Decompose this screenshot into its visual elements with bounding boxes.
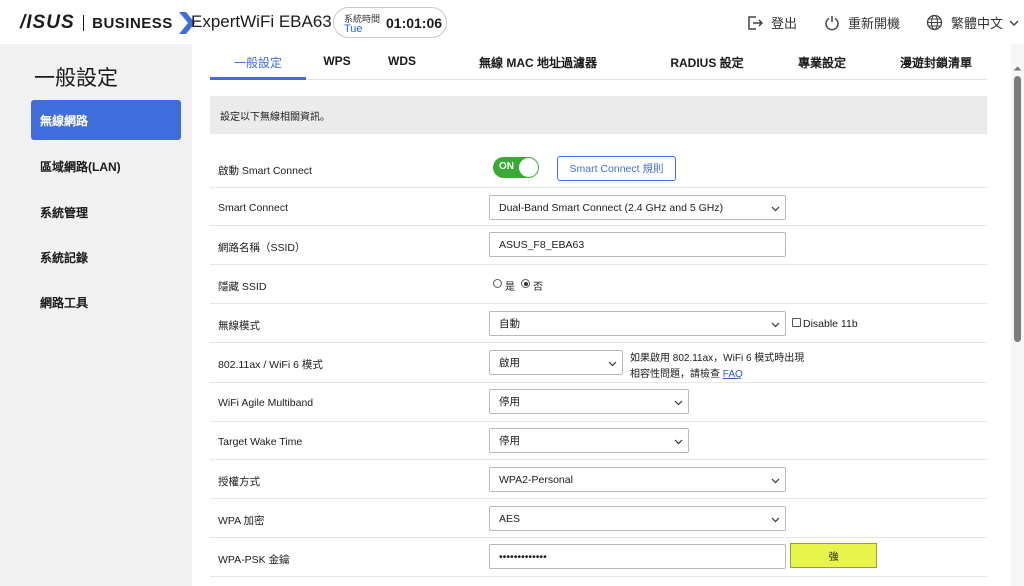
faq-link[interactable]: FAQ xyxy=(723,369,743,380)
chevron-down-icon xyxy=(1009,20,1019,26)
hide-ssid-yes-label: 是 xyxy=(505,282,515,293)
smart-connect-enable-label: 啟動 Smart Connect xyxy=(218,165,312,177)
toggle-on-text: ON xyxy=(499,161,514,172)
active-tab-indicator xyxy=(210,77,306,80)
ssid-input[interactable]: ASUS_F8_EBA63 xyxy=(489,232,786,257)
hide-ssid-no-label: 否 xyxy=(533,282,543,293)
ax-mode-note-line1: 如果啟用 802.11ax，WiFi 6 模式時出現 xyxy=(630,353,805,364)
tab-wds[interactable]: WDS xyxy=(381,54,423,68)
wireless-mode-select[interactable]: 自動 xyxy=(489,311,786,336)
language-label: 繁體中文 xyxy=(951,16,1004,31)
psk-input[interactable]: ••••••••••••• xyxy=(489,544,786,569)
tab-wps[interactable]: WPS xyxy=(316,54,358,68)
globe-icon xyxy=(926,14,943,31)
auth-label: 授權方式 xyxy=(218,476,260,488)
wpa-encrypt-select[interactable]: AES xyxy=(489,506,786,531)
sidebar-item-wireless[interactable]: 無線網路 xyxy=(31,100,181,140)
agile-multiband-value: 停用 xyxy=(499,396,520,408)
tab-radius[interactable]: RADIUS 設定 xyxy=(661,54,753,71)
ax-mode-note-line2: 相容性問題，請檢查 FAQ xyxy=(630,365,743,380)
wireless-mode-label: 無線模式 xyxy=(218,320,260,332)
clock-time: 01:01:06 xyxy=(386,15,443,31)
logout-icon xyxy=(748,15,763,30)
tab-divider xyxy=(210,79,987,80)
ax-mode-value: 啟用 xyxy=(499,357,520,369)
asus-business-logo[interactable]: /ISUS BUSINESS xyxy=(20,12,195,34)
chevron-down-icon xyxy=(771,206,780,212)
wpa-encrypt-label: WPA 加密 xyxy=(218,515,265,527)
smart-connect-value: Dual-Band Smart Connect (2.4 GHz and 5 G… xyxy=(499,201,724,214)
auth-select[interactable]: WPA2-Personal xyxy=(489,467,786,492)
smart-connect-rule-button[interactable]: Smart Connect 規則 xyxy=(557,156,676,181)
auth-value: WPA2-Personal xyxy=(499,473,573,486)
agile-multiband-label: WiFi Agile Multiband xyxy=(218,397,314,409)
product-name: ExpertWiFi EBA63 xyxy=(191,12,332,31)
tab-roaming-block-list[interactable]: 漫遊封鎖清單 xyxy=(894,54,978,71)
language-selector[interactable]: 繁體中文 xyxy=(926,13,1019,32)
tab-professional[interactable]: 專業設定 xyxy=(790,54,854,71)
reboot-button[interactable]: 重新開機 xyxy=(824,13,900,32)
disable-11b-checkbox[interactable] xyxy=(792,318,801,327)
smart-connect-select[interactable]: Dual-Band Smart Connect (2.4 GHz and 5 G… xyxy=(489,195,786,220)
chevron-down-icon xyxy=(771,478,780,484)
smart-connect-label: Smart Connect xyxy=(218,202,289,214)
sidebar-item-administration[interactable]: 系統管理 xyxy=(31,192,181,232)
agile-multiband-select[interactable]: 停用 xyxy=(489,389,689,414)
ssid-label: 網路名稱（SSID） xyxy=(218,242,306,254)
psk-label: WPA-PSK 金鑰 xyxy=(218,554,290,566)
chevron-down-icon xyxy=(608,361,617,367)
system-clock: 系統時間 Tue 01:01:06 xyxy=(333,7,447,38)
disable-11b-label: Disable 11b xyxy=(803,318,858,330)
sidebar-item-network-tools[interactable]: 網路工具 xyxy=(31,282,181,322)
ax-mode-select[interactable]: 啟用 xyxy=(489,350,623,375)
ax-mode-label: 802.11ax / WiFi 6 模式 xyxy=(218,359,323,371)
smart-connect-toggle[interactable]: ON xyxy=(493,157,539,178)
hide-ssid-yes-radio[interactable] xyxy=(493,279,502,288)
top-header: /ISUS BUSINESS ExpertWiFi EBA63 系統時間 Tue… xyxy=(0,0,1024,44)
asus-logo-text: /ISUS xyxy=(20,12,75,33)
chevron-down-icon xyxy=(674,400,683,406)
wireless-mode-value: 自動 xyxy=(499,318,520,330)
twt-select[interactable]: 停用 xyxy=(489,428,689,453)
sidebar-item-system-log[interactable]: 系統記錄 xyxy=(31,237,181,277)
scrollbar-thumb[interactable] xyxy=(1014,76,1021,342)
reboot-label: 重新開機 xyxy=(848,16,901,31)
scroll-up-arrow-icon[interactable] xyxy=(1013,65,1022,71)
power-icon xyxy=(825,15,839,30)
business-logo-text: BUSINESS xyxy=(92,14,173,32)
toggle-knob xyxy=(519,158,538,177)
chevron-down-icon xyxy=(674,439,683,445)
sidebar-item-lan[interactable]: 區域網路(LAN) xyxy=(31,146,181,186)
tab-mac-filter[interactable]: 無線 MAC 地址過濾器 xyxy=(470,54,606,71)
info-banner: 設定以下無線相關資訊。 xyxy=(210,96,987,134)
password-strength-meter: 強 xyxy=(790,543,877,568)
clock-day: Tue xyxy=(344,23,363,35)
logout-button[interactable]: 登出 xyxy=(747,13,797,32)
logo-divider xyxy=(82,15,85,31)
logout-label: 登出 xyxy=(771,16,798,31)
hide-ssid-label: 隱藏 SSID xyxy=(218,281,267,293)
hide-ssid-no-radio[interactable] xyxy=(521,279,530,288)
tab-general[interactable]: 一般設定 xyxy=(210,54,306,71)
chevron-down-icon xyxy=(771,517,780,523)
chevron-down-icon xyxy=(771,322,780,328)
ax-mode-note-text: 相容性問題，請檢查 xyxy=(630,369,720,380)
row-hide-ssid xyxy=(210,265,987,304)
twt-label: Target Wake Time xyxy=(218,436,303,448)
page-title: 一般設定 xyxy=(34,67,118,90)
wpa-encrypt-value: AES xyxy=(499,512,521,525)
twt-value: 停用 xyxy=(499,435,520,447)
